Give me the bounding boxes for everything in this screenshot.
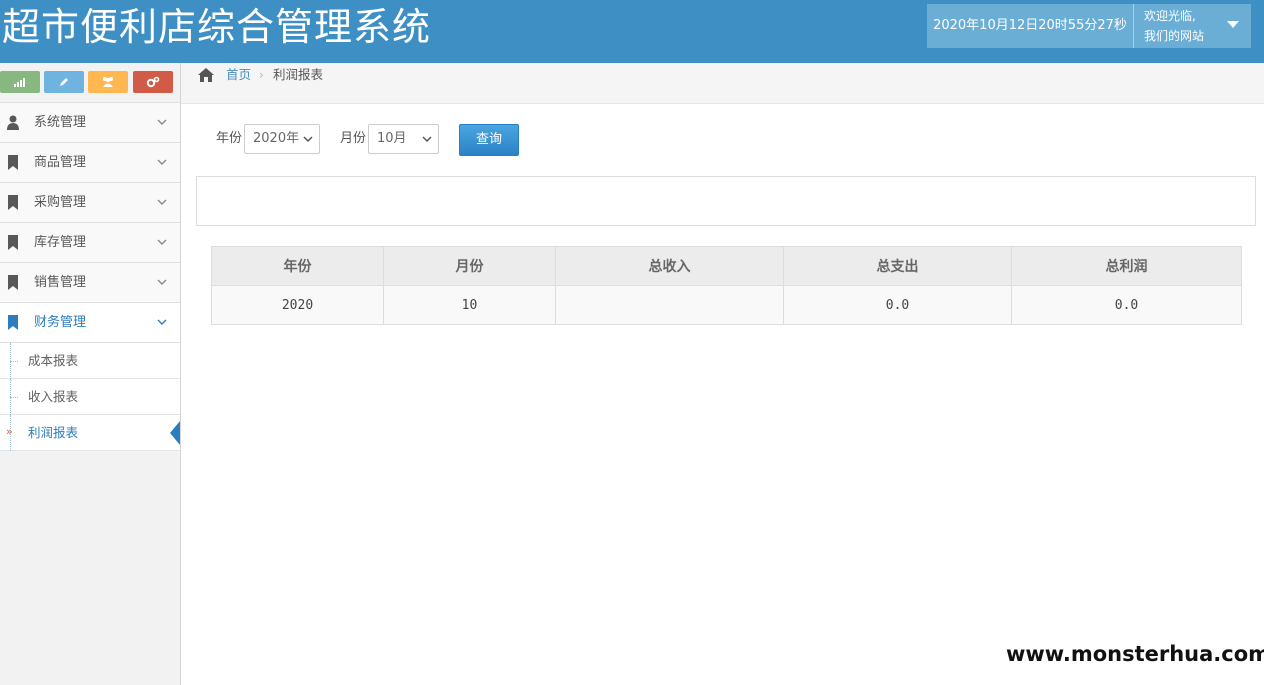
sidebar: 系统管理 商品管理 采购管理 库存管理 销售管理 财务管理 成本报表 收入报表 (0, 63, 181, 685)
sidebar-item-purchase[interactable]: 采购管理 (0, 183, 180, 223)
sidebar-item-sales[interactable]: 销售管理 (0, 263, 180, 303)
chevron-down-icon (157, 319, 167, 325)
sidebar-item-goods[interactable]: 商品管理 (0, 143, 180, 183)
sidebar-item-label: 库存管理 (34, 235, 87, 250)
query-button[interactable]: 查询 (459, 124, 519, 156)
chevron-down-icon (157, 199, 167, 205)
user-icon (7, 115, 19, 130)
sidebar-subitem-income-report[interactable]: 收入报表 (0, 379, 180, 415)
welcome-line-1: 欢迎光临, (1144, 9, 1196, 23)
cell-month: 10 (383, 285, 556, 325)
column-header-year: 年份 (211, 246, 384, 286)
signal-icon (14, 78, 25, 87)
column-header-total-income: 总收入 (555, 246, 784, 286)
cell-total-profit: 0.0 (1011, 285, 1242, 325)
bookmark-icon (8, 195, 18, 210)
year-select[interactable]: 2020年 (244, 124, 320, 154)
chevron-down-icon (157, 119, 167, 125)
header-divider (1133, 4, 1134, 48)
column-header-month: 月份 (383, 246, 556, 286)
breadcrumb-separator-icon: › (259, 68, 264, 82)
sidebar-shortcuts (0, 63, 180, 103)
bookmark-icon (8, 235, 18, 250)
sidebar-subitem-cost-report[interactable]: 成本报表 (0, 343, 180, 379)
cell-year: 2020 (211, 285, 384, 325)
app-title: 超市便利店综合管理系统 (2, 5, 432, 49)
sidebar-item-finance[interactable]: 财务管理 (0, 303, 180, 343)
bookmark-icon (8, 275, 18, 290)
users-shortcut-button[interactable] (88, 71, 128, 93)
top-header: 超市便利店综合管理系统 2020年10月12日20时55分27秒 欢迎光临, 我… (0, 0, 1264, 63)
tree-guide-tick (10, 361, 18, 362)
table-header-row: 年份 月份 总收入 总支出 总利润 (211, 246, 1242, 286)
sidebar-item-label: 采购管理 (34, 195, 87, 210)
tree-guide-tick (10, 397, 18, 398)
users-icon (103, 77, 113, 87)
caret-down-icon[interactable] (1227, 21, 1239, 28)
sidebar-item-inventory[interactable]: 库存管理 (0, 223, 180, 263)
cell-total-income (555, 285, 784, 325)
user-info-box[interactable]: 2020年10月12日20时55分27秒 欢迎光临, 我们的网站 (927, 4, 1251, 48)
sidebar-item-label: 财务管理 (34, 315, 87, 330)
welcome-text[interactable]: 欢迎光临, 我们的网站 (1144, 6, 1224, 46)
cell-total-expense: 0.0 (783, 285, 1012, 325)
chevron-down-icon (157, 239, 167, 245)
year-label: 年份 (216, 131, 243, 146)
month-select-value: 10月 (377, 131, 407, 146)
month-label: 月份 (340, 131, 367, 146)
empty-panel (196, 176, 1256, 226)
watermark-text: www.monsterhua.com (1006, 642, 1264, 666)
welcome-line-2: 我们的网站 (1144, 29, 1205, 43)
home-icon (198, 68, 214, 82)
double-angle-right-icon: » (6, 425, 13, 438)
chevron-down-icon (157, 279, 167, 285)
month-select[interactable]: 10月 (368, 124, 439, 154)
column-header-total-profit: 总利润 (1011, 246, 1242, 286)
profit-report-table: 年份 月份 总收入 总支出 总利润 2020 10 0.0 0.0 (211, 246, 1242, 325)
chevron-down-icon (303, 136, 313, 143)
sidebar-item-label: 系统管理 (34, 115, 87, 130)
bookmark-icon (8, 315, 18, 330)
signal-shortcut-button[interactable] (0, 71, 40, 93)
year-select-value: 2020年 (253, 131, 300, 146)
pencil-icon (60, 78, 68, 86)
breadcrumb: 首页 › 利润报表 (181, 63, 1264, 104)
sidebar-subitem-label: 利润报表 (28, 425, 79, 440)
cogs-shortcut-button[interactable] (133, 71, 173, 93)
watermark: www.monsterhua.com (1000, 628, 1264, 685)
bookmark-icon (8, 155, 18, 170)
sidebar-subitem-label: 成本报表 (28, 353, 79, 368)
chevron-down-icon (157, 159, 167, 165)
current-datetime: 2020年10月12日20时55分27秒 (933, 18, 1127, 33)
sidebar-item-label: 销售管理 (34, 275, 87, 290)
pencil-shortcut-button[interactable] (44, 71, 84, 93)
breadcrumb-current: 利润报表 (273, 67, 324, 82)
cogs-icon (146, 76, 160, 88)
sidebar-subitem-profit-report[interactable]: » 利润报表 (0, 415, 180, 451)
sidebar-item-label: 商品管理 (34, 155, 87, 170)
active-pointer-icon (170, 421, 180, 445)
table-row: 2020 10 0.0 0.0 (211, 285, 1242, 325)
sidebar-item-system[interactable]: 系统管理 (0, 103, 180, 143)
chevron-down-icon (422, 136, 432, 143)
breadcrumb-home-link[interactable]: 首页 (226, 63, 251, 87)
column-header-total-expense: 总支出 (783, 246, 1012, 286)
sidebar-subitem-label: 收入报表 (28, 389, 79, 404)
